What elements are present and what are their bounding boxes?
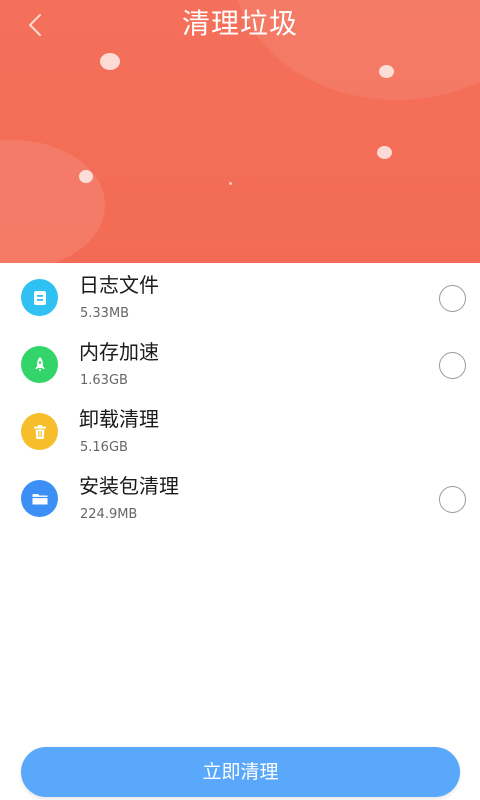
page-title: 清理垃圾	[181, 7, 298, 40]
trash-icon	[21, 413, 58, 450]
item-size: 5.16GB	[80, 440, 128, 455]
item-size: 224.9MB	[80, 507, 138, 522]
item-size: 1.63GB	[80, 373, 128, 388]
item-size: 5.33MB	[80, 306, 130, 321]
select-radio[interactable]	[439, 285, 466, 312]
decorative-dot	[379, 65, 394, 78]
junk-category-list: 日志文件 5.33MB 内存加速 1.63GB 卸载清理 5.16GB 安装包清…	[0, 263, 480, 531]
rocket-icon	[21, 346, 58, 383]
decorative-dot	[79, 170, 93, 183]
document-icon	[21, 279, 58, 316]
decorative-dot	[229, 182, 232, 185]
list-item-apk-cleanup[interactable]: 安装包清理 224.9MB	[0, 464, 480, 531]
header-banner: 清理垃圾	[0, 0, 480, 263]
folder-icon	[21, 480, 58, 517]
list-item-uninstall-cleanup[interactable]: 卸载清理 5.16GB	[0, 397, 480, 464]
decorative-dot	[377, 146, 392, 159]
list-item-log-files[interactable]: 日志文件 5.33MB	[0, 263, 480, 330]
item-name: 卸载清理	[79, 407, 159, 431]
decorative-dot	[100, 53, 120, 70]
select-radio[interactable]	[439, 352, 466, 379]
select-radio[interactable]	[439, 486, 466, 513]
item-name: 日志文件	[79, 273, 159, 297]
clean-now-button[interactable]: 立即清理	[21, 747, 460, 797]
list-item-memory-boost[interactable]: 内存加速 1.63GB	[0, 330, 480, 397]
item-name: 内存加速	[79, 340, 159, 364]
item-name: 安装包清理	[79, 474, 179, 498]
decorative-bubble	[0, 140, 105, 263]
